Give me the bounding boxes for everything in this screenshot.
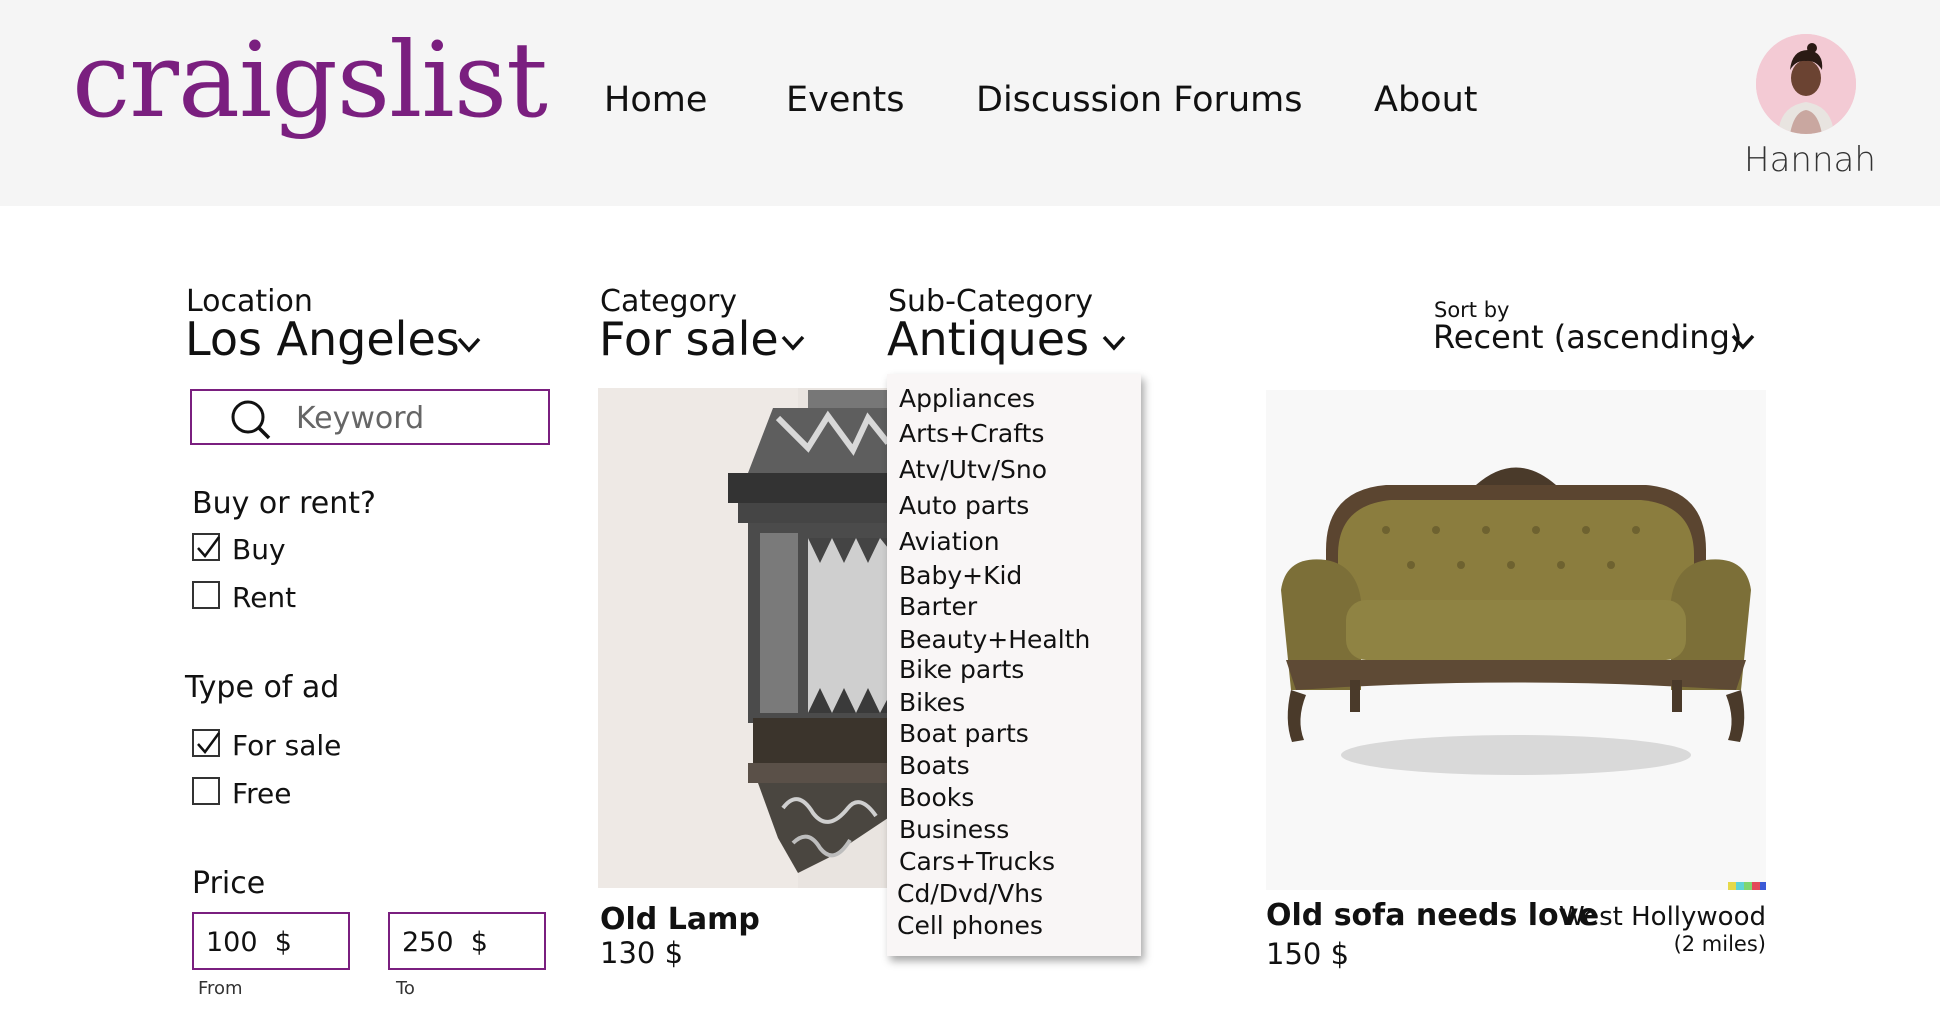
buy-checkbox[interactable]: [192, 533, 221, 561]
avatar[interactable]: [1756, 34, 1856, 134]
dropdown-item-arts-crafts[interactable]: Arts+Crafts: [899, 419, 1044, 448]
chevron-down-icon[interactable]: [780, 334, 806, 352]
chevron-down-icon[interactable]: [456, 336, 482, 354]
dropdown-item-cell-phones[interactable]: Cell phones: [897, 911, 1043, 940]
dropdown-item-baby-kid[interactable]: Baby+Kid: [899, 561, 1022, 590]
dropdown-item-boats[interactable]: Boats: [899, 751, 970, 780]
listing-distance-sofa: (2 miles): [1673, 932, 1766, 956]
listing-price-sofa: 150 $: [1266, 937, 1350, 971]
dropdown-item-business[interactable]: Business: [899, 815, 1009, 844]
nav-events[interactable]: Events: [786, 80, 905, 120]
free-checkbox[interactable]: [192, 777, 220, 805]
checkmark-icon: [197, 732, 221, 754]
search-box[interactable]: [190, 389, 550, 445]
listing-title-lamp[interactable]: Old Lamp: [600, 902, 760, 937]
header: craigslist Home Events Discussion Forums…: [0, 0, 1940, 206]
subcategory-select[interactable]: Antiques: [887, 312, 1089, 366]
price-to-field[interactable]: [388, 912, 546, 970]
price-from-label: From: [198, 978, 243, 999]
avatar-person-icon: [1756, 34, 1856, 134]
free-label: Free: [232, 777, 292, 810]
checkmark-icon: [197, 536, 221, 558]
price-to-input[interactable]: [402, 926, 532, 958]
listing-price-lamp: 130 $: [600, 936, 684, 970]
sofa-image: [1266, 390, 1766, 890]
user-name: Hannah: [1744, 140, 1876, 180]
location-select[interactable]: Los Angeles: [185, 312, 460, 366]
buy-or-rent-title: Buy or rent?: [192, 486, 376, 521]
category-select[interactable]: For sale: [599, 312, 779, 366]
buy-label: Buy: [232, 533, 286, 566]
dropdown-item-bike-parts[interactable]: Bike parts: [899, 655, 1024, 684]
lamp-image: [598, 388, 888, 888]
rent-label: Rent: [232, 581, 297, 614]
dropdown-item-appliances[interactable]: Appliances: [899, 384, 1035, 413]
dropdown-item-auto-parts[interactable]: Auto parts: [899, 491, 1029, 520]
listing-image-sofa[interactable]: [1266, 390, 1766, 890]
dropdown-item-cars-trucks[interactable]: Cars+Trucks: [899, 847, 1055, 876]
chevron-down-icon[interactable]: [1101, 334, 1127, 352]
price-title: Price: [192, 866, 266, 901]
dropdown-item-bikes[interactable]: Bikes: [899, 688, 965, 717]
nav-home[interactable]: Home: [604, 80, 707, 120]
price-to-label: To: [396, 978, 415, 999]
dropdown-item-boat-parts[interactable]: Boat parts: [899, 719, 1029, 748]
nav-about[interactable]: About: [1374, 80, 1477, 120]
price-from-input[interactable]: [206, 926, 336, 958]
nav-discussion-forums[interactable]: Discussion Forums: [976, 80, 1302, 120]
search-icon: [231, 400, 271, 440]
listing-title-sofa[interactable]: Old sofa needs love: [1266, 898, 1599, 933]
price-from-field[interactable]: [192, 912, 350, 970]
dropdown-item-aviation[interactable]: Aviation: [899, 527, 1000, 556]
craigslist-logo[interactable]: craigslist: [72, 28, 548, 132]
listing-location-sofa: West Hollywood: [1558, 902, 1766, 932]
listing-image-lamp[interactable]: [598, 388, 888, 888]
dropdown-item-books[interactable]: Books: [899, 783, 974, 812]
subcategory-dropdown-menu: Appliances Arts+Crafts Atv/Utv/Sno Auto …: [887, 374, 1141, 956]
sort-select[interactable]: Recent (ascending): [1433, 318, 1742, 356]
for-sale-checkbox[interactable]: [192, 729, 221, 757]
for-sale-label: For sale: [232, 729, 342, 762]
dropdown-item-atv-utv-sno[interactable]: Atv/Utv/Sno: [899, 455, 1047, 484]
dropdown-item-barter[interactable]: Barter: [899, 592, 977, 621]
chevron-down-icon[interactable]: [1730, 333, 1756, 351]
search-input[interactable]: [296, 399, 536, 437]
rent-checkbox[interactable]: [192, 581, 220, 609]
dropdown-item-beauty-health[interactable]: Beauty+Health: [899, 625, 1090, 654]
type-of-ad-title: Type of ad: [185, 670, 340, 705]
dropdown-item-cd-dvd-vhs[interactable]: Cd/Dvd/Vhs: [897, 879, 1043, 908]
